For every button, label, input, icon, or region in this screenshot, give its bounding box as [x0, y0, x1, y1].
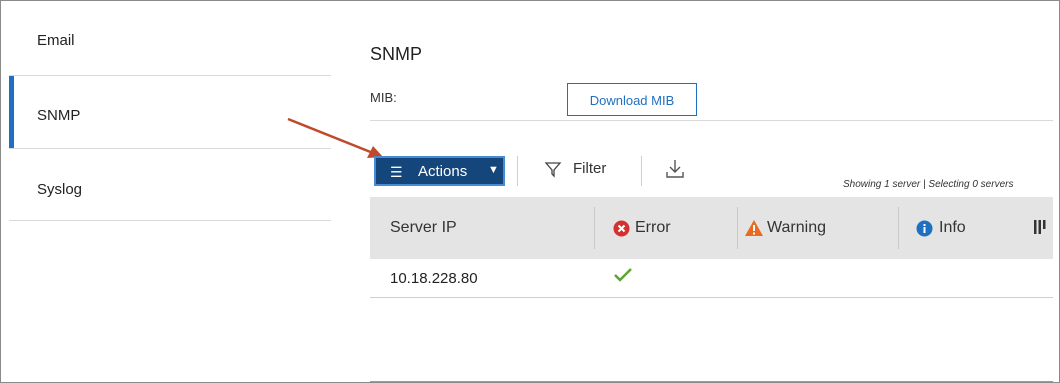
column-header-info[interactable]: Info — [899, 197, 1029, 259]
sidebar-item-syslog[interactable]: Syslog — [9, 149, 331, 221]
annotation-arrow — [287, 117, 383, 158]
mib-label: MIB: — [370, 90, 397, 105]
download-mib-button[interactable]: Download MIB — [567, 83, 697, 116]
column-header-warning[interactable]: Warning — [738, 197, 898, 259]
page-title: SNMP — [370, 44, 423, 64]
download-icon — [666, 160, 684, 178]
sidebar-item-label: Syslog — [37, 181, 83, 198]
info-icon — [916, 220, 933, 237]
column-settings-icon — [1034, 220, 1046, 234]
table-bottom-border — [370, 381, 1053, 382]
column-header-server-ip[interactable]: Server IP — [370, 197, 594, 259]
list-icon: ☰ — [390, 164, 403, 180]
sidebar-item-label: SNMP — [37, 107, 81, 124]
sidebar-item-email[interactable]: Email — [9, 4, 331, 76]
caret-down-icon: ▼ — [488, 164, 499, 176]
toolbar-divider — [641, 156, 642, 186]
table-header: Server IP Error Warning Info — [370, 197, 1053, 259]
actions-label: Actions — [418, 163, 468, 180]
column-settings-button[interactable] — [1029, 197, 1053, 259]
server-ip-cell: 10.18.228.80 — [390, 270, 478, 287]
sidebar-item-label: Email — [37, 32, 75, 49]
actions-button[interactable]: ☰ Actions ▼ — [374, 156, 505, 186]
divider — [370, 120, 1053, 121]
download-icon-button[interactable] — [664, 158, 686, 185]
table-row[interactable]: 10.18.228.80 — [370, 259, 1053, 298]
filter-label: Filter — [573, 160, 607, 177]
sidebar-item-snmp[interactable]: SNMP — [9, 76, 331, 149]
toolbar-divider — [517, 156, 518, 186]
selection-status: Showing 1 server | Selecting 0 servers — [843, 179, 1014, 190]
warning-icon — [745, 220, 763, 236]
check-icon — [614, 268, 632, 282]
error-icon — [613, 220, 630, 237]
filter-icon — [544, 162, 562, 178]
column-header-error[interactable]: Error — [595, 197, 737, 259]
